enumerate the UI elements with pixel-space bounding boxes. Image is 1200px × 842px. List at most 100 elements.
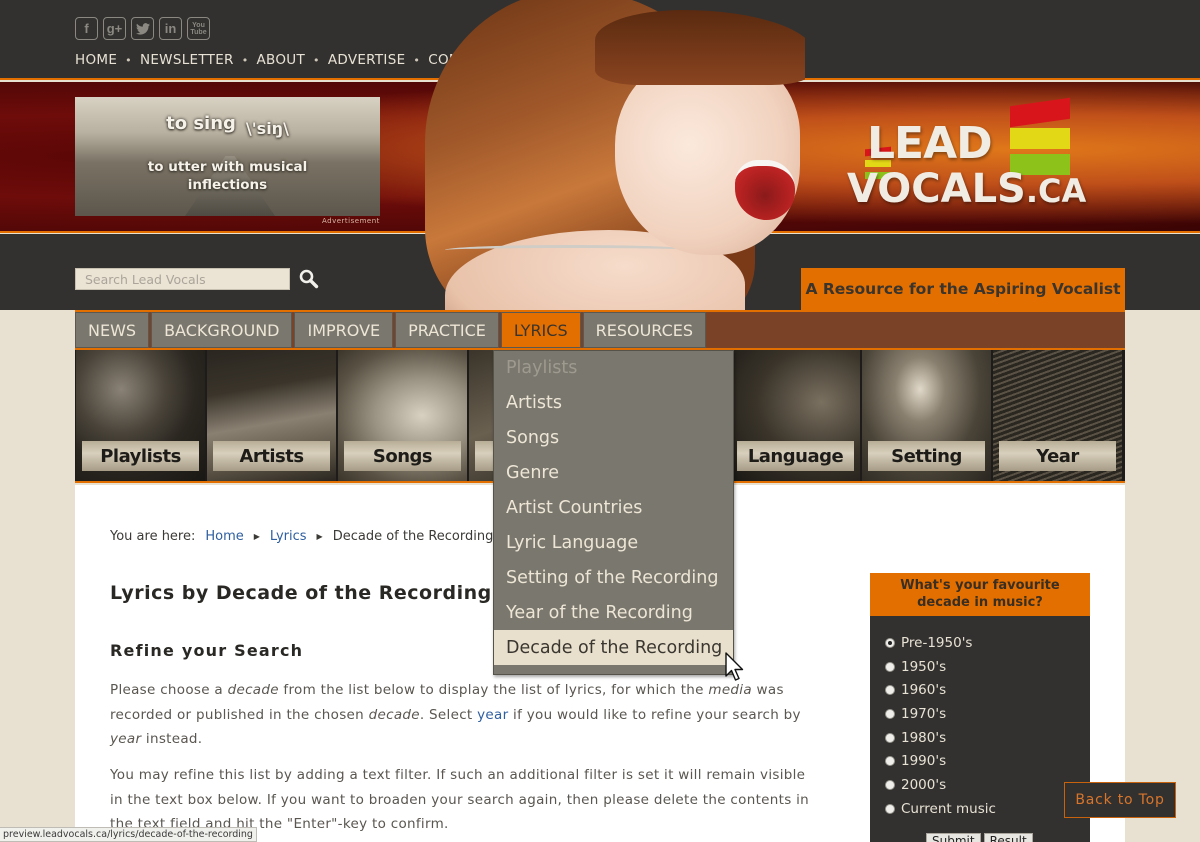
tile-language[interactable]: Language	[731, 350, 860, 481]
text: if you would like to refine your search …	[508, 706, 801, 723]
nav-lyrics[interactable]: LYRICS	[500, 312, 581, 348]
tile-year[interactable]: Year	[993, 350, 1122, 481]
ad-definition-line: inflections	[187, 177, 268, 193]
intro-paragraph: Please choose a decade from the list bel…	[110, 678, 810, 752]
poll-option-label: 1980's	[901, 729, 947, 746]
google-plus-icon[interactable]: g+	[103, 17, 126, 40]
emphasis: decade	[368, 706, 420, 723]
radio-button[interactable]	[885, 708, 895, 719]
radio-button[interactable]	[885, 637, 895, 648]
logo-bigbar-red	[1010, 97, 1070, 128]
nav-practice[interactable]: PRACTICE	[395, 312, 499, 348]
poll-option[interactable]: Pre-1950's	[885, 631, 1090, 655]
back-to-top-button[interactable]: Back to Top	[1064, 782, 1176, 818]
poll-option[interactable]: 1960's	[885, 678, 1090, 702]
dropdown-item-songs[interactable]: Songs	[494, 421, 733, 456]
poll-option[interactable]: 2000's	[885, 773, 1090, 797]
tile-songs[interactable]: Songs	[338, 350, 467, 481]
ad-headline: to sing \'siŋ\	[75, 113, 380, 138]
radio-button[interactable]	[885, 803, 895, 814]
dropdown-item-playlists[interactable]: Playlists	[494, 351, 733, 386]
separator: •	[241, 53, 249, 67]
tile-caption: Year	[999, 441, 1116, 471]
separator: •	[125, 53, 132, 67]
poll-option-label: 1950's	[901, 658, 947, 675]
submit-button[interactable]: Submit	[926, 833, 981, 842]
linkedin-icon[interactable]: in	[159, 17, 182, 40]
text: from the list below to display the list …	[278, 682, 709, 698]
poll-option-label: 2000's	[901, 776, 947, 793]
poll-options: Pre-1950's 1950's 1960's 1970's 1980's 1…	[870, 616, 1090, 821]
advertisement-banner[interactable]: to sing \'siŋ\ to utter with musical infl…	[75, 97, 380, 216]
radio-button[interactable]	[885, 685, 895, 696]
poll-option-label: Pre-1950's	[901, 634, 973, 651]
hero-singer-image	[405, 0, 805, 310]
ad-phonetic: \'siŋ\	[245, 119, 289, 138]
dropdown-item-setting[interactable]: Setting of the Recording	[494, 560, 733, 595]
text: Please choose a	[110, 682, 228, 698]
poll-option[interactable]: 1950's	[885, 655, 1090, 679]
poll-buttons: Submit Result	[926, 833, 1033, 842]
text: instead.	[141, 731, 203, 747]
poll-option[interactable]: 1980's	[885, 726, 1090, 750]
breadcrumb-home[interactable]: Home	[205, 529, 243, 544]
topnav-home[interactable]: HOME	[75, 52, 117, 68]
youtube-icon[interactable]: You Tube	[187, 17, 210, 40]
radio-button[interactable]	[885, 732, 895, 743]
poll-question: What's your favourite decade in music?	[870, 573, 1090, 616]
ad-word: to sing	[166, 113, 236, 134]
poll-option[interactable]: 1990's	[885, 749, 1090, 773]
breadcrumb-arrow-icon: ▶	[253, 532, 260, 541]
radio-button[interactable]	[885, 756, 895, 767]
dropdown-item-year[interactable]: Year of the Recording	[494, 595, 733, 630]
nav-news[interactable]: NEWS	[75, 312, 150, 348]
result-button[interactable]: Result	[983, 833, 1033, 842]
separator: •	[313, 53, 320, 67]
hero-strap	[445, 245, 695, 255]
social-links: f g+ in You Tube	[75, 17, 210, 40]
advertisement-label: Advertisement	[322, 217, 380, 225]
tile-playlists[interactable]: Playlists	[76, 350, 205, 481]
search-input[interactable]	[75, 268, 290, 290]
twitter-icon[interactable]	[131, 17, 154, 40]
radio-button[interactable]	[885, 779, 895, 790]
dropdown-item-lyric-language[interactable]: Lyric Language	[494, 525, 733, 560]
emphasis: year	[110, 731, 142, 747]
filter-paragraph: You may refine this list by adding a tex…	[110, 767, 810, 832]
breadcrumb-current: Decade of the Recording	[332, 529, 494, 544]
page-title: Lyrics by Decade of the Recording	[110, 582, 492, 604]
topnav-advertise[interactable]: ADVERTISE	[328, 52, 406, 68]
dropdown-item-artist-countries[interactable]: Artist Countries	[494, 491, 733, 526]
logo-lead: LEAD	[867, 118, 993, 169]
tile-artists[interactable]: Artists	[207, 350, 336, 481]
dropdown-item-genre[interactable]: Genre	[494, 456, 733, 491]
radio-button[interactable]	[885, 661, 895, 672]
search-icon[interactable]	[298, 268, 320, 290]
logo-bigbar-yellow	[1010, 128, 1070, 149]
logo-vocals-text: VOCALS	[847, 166, 1026, 212]
dropdown-item-artists[interactable]: Artists	[494, 386, 733, 421]
poll-option[interactable]: Current music	[885, 797, 1090, 821]
dropdown-item-decade[interactable]: Decade of the Recording	[494, 630, 733, 666]
nav-improve[interactable]: IMPROVE	[294, 312, 394, 348]
mouse-pointer-icon	[725, 652, 744, 681]
tile-setting[interactable]: Setting	[862, 350, 991, 481]
poll-option[interactable]: 1970's	[885, 702, 1090, 726]
browser-status-bar: preview.leadvocals.ca/lyrics/decade-of-t…	[0, 827, 257, 842]
breadcrumb-arrow-icon: ▶	[316, 532, 323, 541]
tile-caption: Playlists	[82, 441, 199, 471]
tile-caption: Artists	[213, 441, 330, 471]
topnav-about[interactable]: ABOUT	[257, 52, 306, 68]
facebook-icon[interactable]: f	[75, 17, 98, 40]
year-link[interactable]: year	[477, 707, 508, 723]
main-navigation: NEWS BACKGROUND IMPROVE PRACTICE LYRICS …	[75, 312, 708, 348]
site-tagline: A Resource for the Aspiring Vocalist	[801, 268, 1125, 310]
hero-bangs	[595, 10, 805, 85]
breadcrumb-lyrics[interactable]: Lyrics	[270, 529, 307, 544]
nav-background[interactable]: BACKGROUND	[151, 312, 293, 348]
decade-poll: What's your favourite decade in music? P…	[870, 573, 1090, 842]
poll-option-label: 1970's	[901, 705, 947, 722]
topnav-newsletter[interactable]: NEWSLETTER	[140, 52, 234, 68]
nav-resources[interactable]: RESOURCES	[582, 312, 707, 348]
site-logo[interactable]: LEAD VOCALS.CA	[845, 97, 1086, 223]
